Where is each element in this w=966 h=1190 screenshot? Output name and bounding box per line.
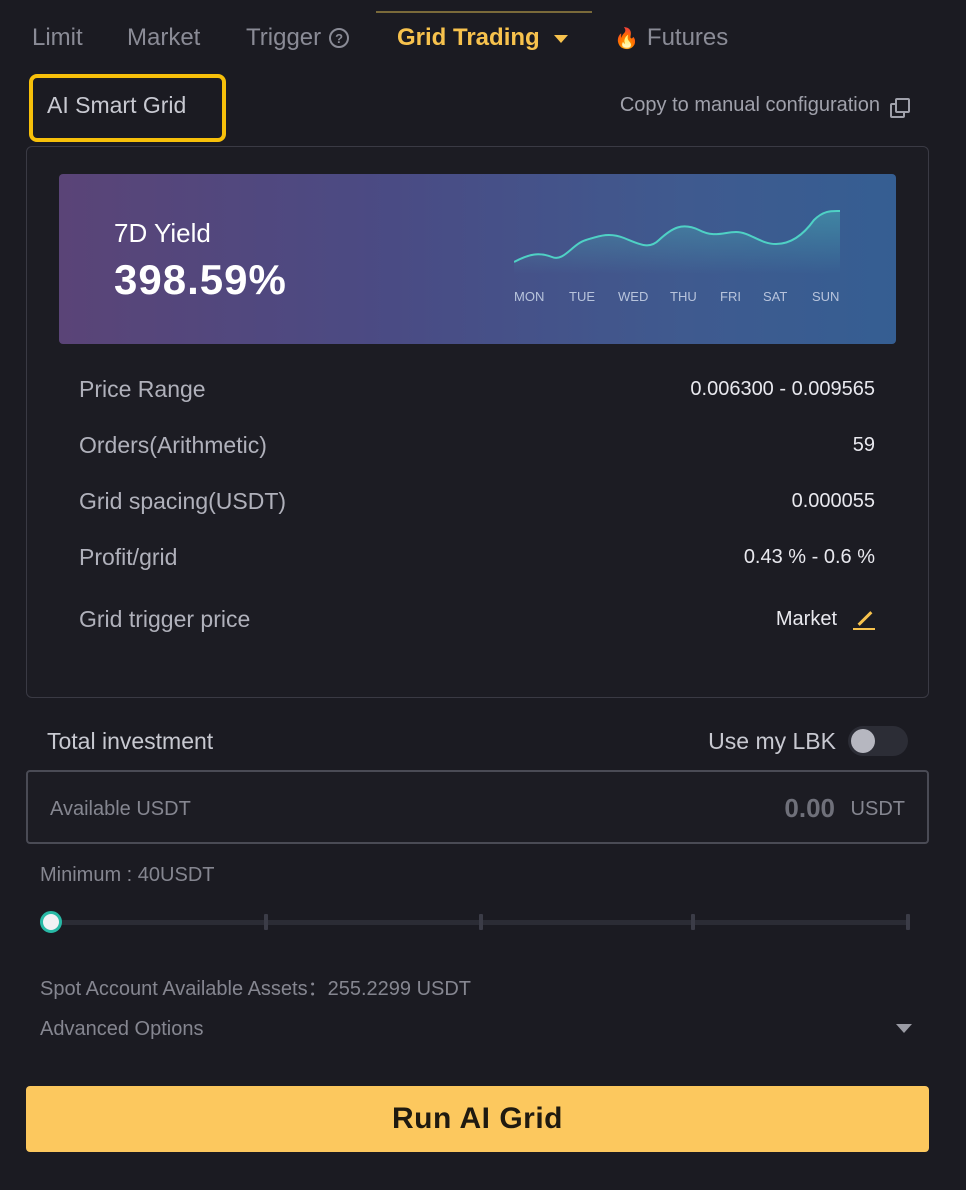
investment-unit: USDT bbox=[850, 798, 905, 820]
tab-grid-trading[interactable]: Grid Trading bbox=[397, 24, 568, 52]
active-tab-indicator bbox=[376, 11, 592, 13]
copy-to-manual-link[interactable]: Copy to manual configuration bbox=[619, 94, 910, 118]
info-label: Price Range bbox=[79, 376, 206, 402]
info-row-orders: Orders(Arithmetic) 59 bbox=[79, 432, 875, 459]
tab-label: Grid Trading bbox=[397, 24, 540, 51]
help-icon[interactable]: ? bbox=[329, 28, 350, 48]
slider-tick-100[interactable] bbox=[906, 914, 910, 930]
spot-account-assets: Spot Account Available Assets：255.2299 U… bbox=[40, 978, 472, 1000]
slider-tick-50[interactable] bbox=[479, 914, 483, 930]
trigger-price-text: Market bbox=[775, 608, 837, 630]
tab-futures[interactable]: 🔥 Futures bbox=[614, 24, 728, 52]
investment-slider[interactable] bbox=[40, 905, 912, 939]
tab-label: Futures bbox=[646, 24, 729, 51]
tab-limit[interactable]: Limit bbox=[32, 24, 83, 52]
slider-tick-75[interactable] bbox=[691, 914, 695, 930]
day-label-tue: TUE bbox=[569, 289, 595, 304]
day-label-thu: THU bbox=[670, 289, 697, 304]
available-usdt-label: Available USDT bbox=[50, 798, 191, 820]
run-ai-grid-button[interactable]: Run AI Grid bbox=[26, 1086, 929, 1152]
info-label: Orders(Arithmetic) bbox=[79, 432, 267, 458]
info-label: Grid spacing(USDT) bbox=[79, 488, 287, 514]
info-label: Profit/grid bbox=[79, 544, 178, 570]
investment-amount-value: 0.00 bbox=[784, 793, 835, 823]
tab-trigger[interactable]: Trigger ? bbox=[246, 24, 350, 52]
day-label-mon: MON bbox=[514, 289, 544, 304]
pencil-icon[interactable] bbox=[853, 609, 875, 631]
yield-value: 398.59% bbox=[114, 256, 287, 303]
investment-amount-input[interactable]: Available USDT 0.00 USDT bbox=[26, 770, 929, 844]
sparkline-area bbox=[514, 210, 840, 274]
chevron-down-icon[interactable] bbox=[896, 1024, 912, 1033]
advanced-options-toggle[interactable]: Advanced Options bbox=[40, 1018, 203, 1041]
day-label-wed: WED bbox=[618, 289, 648, 304]
info-row-trigger-price: Grid trigger price Market bbox=[79, 606, 875, 633]
tab-market[interactable]: Market bbox=[127, 24, 200, 52]
yield-banner: 7D Yield 398.59% MON TUE WED THU FRI SAT… bbox=[59, 174, 896, 344]
day-label-fri: FRI bbox=[720, 289, 741, 304]
tab-label: Trigger bbox=[246, 24, 322, 51]
tab-label: Market bbox=[127, 24, 201, 51]
minimum-investment: Minimum : 40USDT bbox=[40, 864, 215, 886]
toggle-knob bbox=[851, 729, 875, 753]
info-label: Grid trigger price bbox=[79, 606, 251, 632]
info-row-profit-grid: Profit/grid 0.43 % - 0.6 % bbox=[79, 544, 875, 571]
day-label-sat: SAT bbox=[763, 289, 787, 304]
use-lbk-toggle[interactable] bbox=[848, 726, 908, 756]
total-investment-title: Total investment bbox=[47, 728, 214, 754]
info-row-grid-spacing: Grid spacing(USDT) 0.000055 bbox=[79, 488, 875, 515]
slider-handle[interactable] bbox=[40, 911, 62, 933]
use-lbk-label: Use my LBK bbox=[708, 727, 836, 754]
tab-label: Limit bbox=[32, 24, 83, 51]
info-value: 0.006300 - 0.009565 bbox=[690, 378, 875, 400]
order-type-tabs: Limit Market Trigger ? Grid Trading 🔥 Fu… bbox=[0, 0, 966, 76]
slider-tick-25[interactable] bbox=[264, 914, 268, 930]
info-value: 0.43 % - 0.6 % bbox=[743, 546, 875, 568]
yield-label: 7D Yield bbox=[114, 218, 211, 248]
info-row-price-range: Price Range 0.006300 - 0.009565 bbox=[79, 376, 875, 403]
info-value: 0.000055 bbox=[791, 490, 875, 512]
ai-smart-grid-title: AI Smart Grid bbox=[47, 92, 187, 118]
yield-sparkline: MON TUE WED THU FRI SAT SUN bbox=[514, 209, 841, 304]
copy-link-label: Copy to manual configuration bbox=[619, 94, 880, 116]
fire-icon: 🔥 bbox=[614, 27, 639, 50]
chevron-down-icon bbox=[553, 35, 568, 43]
use-lbk-control: Use my LBK bbox=[708, 726, 908, 756]
grid-trading-panel: Limit Market Trigger ? Grid Trading 🔥 Fu… bbox=[0, 0, 966, 1190]
info-value: 59 bbox=[852, 434, 875, 456]
day-label-sun: SUN bbox=[812, 289, 839, 304]
copy-icon bbox=[890, 97, 910, 118]
trigger-price-value: Market bbox=[776, 608, 875, 631]
